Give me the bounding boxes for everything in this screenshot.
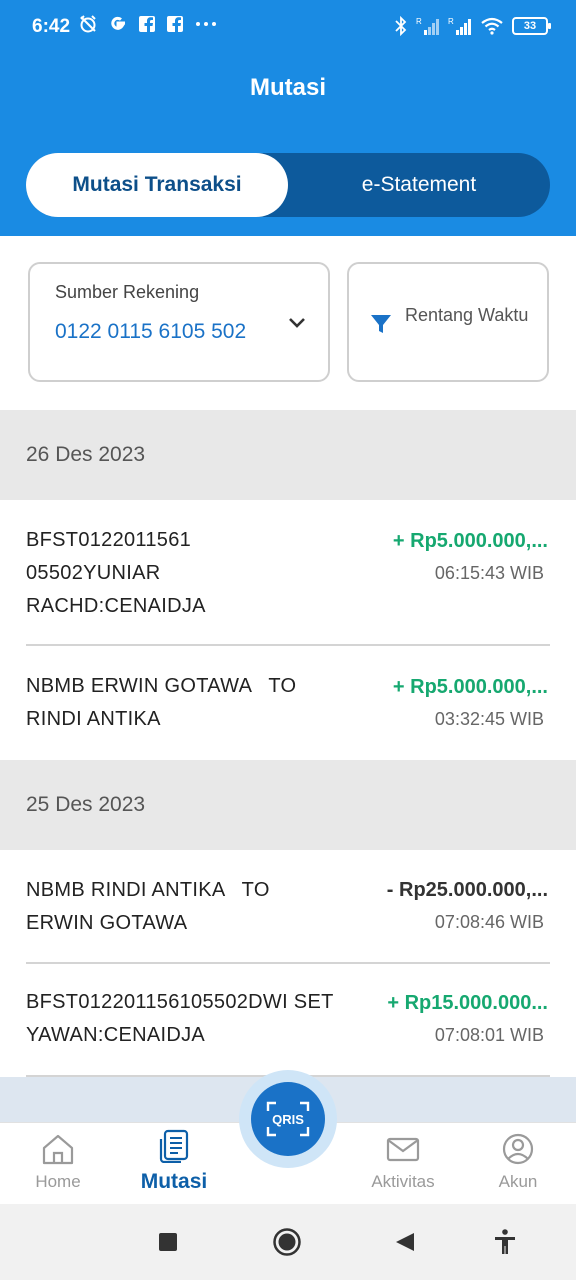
source-account-dropdown[interactable]: Sumber Rekening 0122 0115 6105 502	[28, 262, 330, 382]
date-header-label: 26 Des 2023	[26, 443, 146, 466]
nav-item-mutasi[interactable]: Mutasi	[124, 1129, 224, 1194]
home-circle-icon[interactable]	[272, 1227, 302, 1257]
status-time: 6:42	[32, 16, 71, 37]
transaction-description: BFST0122011561 05502YUNIAR RACHD:CENAIDJ…	[26, 529, 206, 617]
transaction-row[interactable]: BFST0122011561 05502YUNIAR RACHD:CENAIDJ…	[0, 500, 576, 646]
status-right-icons: R R 33	[394, 15, 551, 37]
battery-icon: 33	[512, 17, 551, 35]
tab-mutasi-transaksi[interactable]: Mutasi Transaksi	[26, 153, 288, 217]
date-header-label: 25 Des 2023	[26, 793, 146, 816]
qris-label: QRIS	[272, 1112, 304, 1127]
transaction-row[interactable]: NBMB RINDI ANTIKA TO ERWIN GOTAWA - Rp25…	[0, 850, 576, 964]
nav-item-home[interactable]: Home	[8, 1133, 108, 1192]
status-left-icons	[78, 14, 218, 34]
source-account-label: Sumber Rekening	[55, 282, 200, 302]
transaction-row[interactable]: BFST012201156105502DWI SETYAWAN:CENAIDJA…	[0, 964, 576, 1077]
svg-text:R: R	[448, 17, 454, 26]
wifi-icon	[481, 17, 503, 35]
recents-icon[interactable]	[158, 1232, 178, 1252]
filter-area: Sumber Rekening 0122 0115 6105 502 Renta…	[0, 236, 576, 410]
app-root: 6:42 R R 33 Mutasi Mutasi Transaksi e-St…	[0, 0, 576, 1280]
signal-r-icon: R	[416, 17, 439, 35]
transaction-amount: + Rp5.000.000,...	[392, 676, 548, 698]
tab-e-statement[interactable]: e-Statement	[288, 153, 550, 217]
nav-label: Mutasi	[140, 1170, 208, 1193]
accessibility-icon[interactable]	[493, 1229, 517, 1255]
signal-r-icon: R	[448, 17, 471, 35]
transaction-amount: - Rp25.000.000,...	[386, 879, 548, 901]
bluetooth-icon	[395, 15, 407, 37]
transaction-time: 06:15:43 WIB	[434, 563, 544, 583]
transaction-amount: + Rp5.000.000,...	[392, 530, 548, 552]
time-range-button[interactable]: Rentang Waktu	[347, 262, 549, 382]
nav-label: Aktivitas	[371, 1172, 435, 1191]
transaction-description: NBMB ERWIN GOTAWA TO RINDI ANTIKA	[26, 675, 303, 730]
system-nav-bar	[0, 1204, 576, 1280]
page-title: Mutasi	[249, 74, 326, 101]
qris-icon: QRIS	[266, 1101, 310, 1137]
nav-label: Home	[35, 1172, 81, 1191]
filter-icon	[371, 315, 391, 333]
chevron-down-icon	[289, 318, 305, 328]
google-icon	[111, 16, 125, 30]
facebook-icon	[139, 16, 155, 33]
envelope-icon	[386, 1137, 420, 1162]
transaction-row[interactable]: NBMB ERWIN GOTAWA TO RINDI ANTIKA + Rp5.…	[0, 646, 576, 760]
transaction-description: NBMB RINDI ANTIKA TO ERWIN GOTAWA	[26, 879, 276, 934]
transaction-time: 03:32:45 WIB	[434, 709, 544, 729]
header: 6:42 R R 33 Mutasi Mutasi Transaksi e-St…	[0, 0, 576, 236]
date-header: 25 Des 2023	[0, 760, 576, 850]
segmented-tabs: Mutasi Transaksi e-Statement	[26, 153, 550, 217]
transaction-amount: + Rp15.000.000...	[387, 992, 548, 1014]
user-icon	[502, 1133, 534, 1165]
nav-label: Akun	[498, 1172, 538, 1191]
more-icon	[196, 22, 216, 26]
status-bar: 6:42 R R 33	[0, 0, 576, 56]
document-icon	[159, 1129, 189, 1164]
svg-text:R: R	[416, 17, 422, 26]
back-icon[interactable]	[394, 1231, 416, 1253]
nav-item-akun[interactable]: Akun	[468, 1133, 568, 1192]
time-range-label: Rentang Waktu	[405, 305, 529, 325]
battery-level: 33	[523, 20, 537, 32]
source-account-number: 0122 0115 6105 502	[55, 320, 247, 343]
facebook-icon	[167, 16, 183, 33]
transaction-time: 07:08:46 WIB	[434, 912, 544, 932]
transaction-time: 07:08:01 WIB	[434, 1025, 544, 1045]
home-icon	[42, 1134, 74, 1165]
qris-button[interactable]: QRIS	[239, 1070, 337, 1168]
qris-circle: QRIS	[251, 1082, 325, 1156]
transaction-description: BFST012201156105502DWI SETYAWAN:CENAIDJA	[26, 991, 334, 1046]
nav-item-aktivitas[interactable]: Aktivitas	[353, 1133, 453, 1192]
alarm-off-icon	[80, 15, 96, 33]
date-header: 26 Des 2023	[0, 410, 576, 500]
